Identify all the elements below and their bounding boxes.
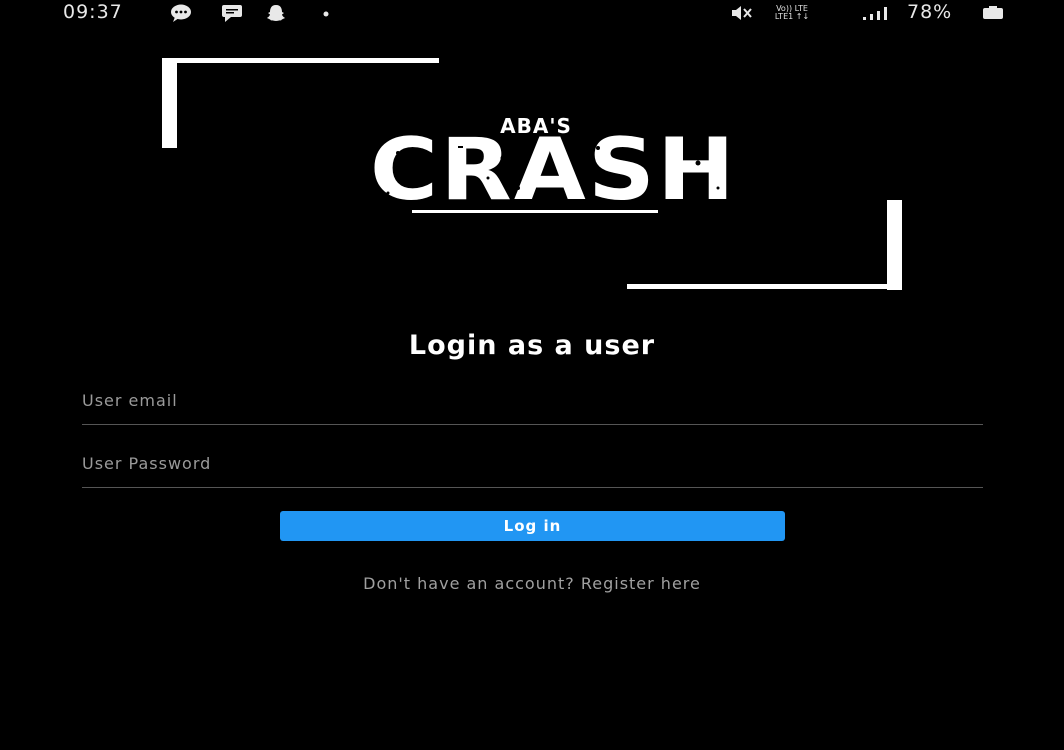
- email-input[interactable]: [82, 380, 983, 420]
- password-field-container: [82, 443, 983, 488]
- status-bar: 09:37 Vo)) LTE LTE1 ↑↓ 78%: [0, 0, 1064, 26]
- brand-logo: ABA'S CRASH: [160, 58, 906, 294]
- logo-frame-bottom-line: [627, 284, 902, 289]
- password-input[interactable]: [82, 443, 983, 483]
- snapchat-icon: [267, 5, 285, 21]
- login-title: Login as a user: [408, 330, 656, 361]
- mute-icon: [732, 6, 752, 20]
- status-time: 09:37: [63, 1, 123, 23]
- message-icon: [222, 5, 242, 22]
- battery-icon: [983, 6, 1003, 19]
- dot-icon: [323, 11, 329, 17]
- email-field-container: [82, 380, 983, 425]
- signal-icon: [863, 7, 887, 20]
- network-volte: Vo)) LTE LTE1 ↑↓: [772, 5, 812, 21]
- logo-frame-left-line: [162, 58, 177, 148]
- chat-bubble-icon: [171, 4, 191, 22]
- network-bottom-label: LTE1 ↑↓: [774, 12, 810, 21]
- logo-frame-right-line: [887, 200, 902, 290]
- login-button[interactable]: Log in: [280, 511, 785, 541]
- logo-big-text: CRASH: [369, 120, 737, 220]
- logo-frame-top-line: [162, 58, 439, 63]
- battery-percent: 78%: [907, 1, 953, 23]
- logo-underline: [412, 210, 658, 213]
- status-right: Vo)) LTE LTE1 ↑↓ 78%: [730, 0, 1020, 26]
- register-link[interactable]: Don't have an account? Register here: [0, 574, 1064, 593]
